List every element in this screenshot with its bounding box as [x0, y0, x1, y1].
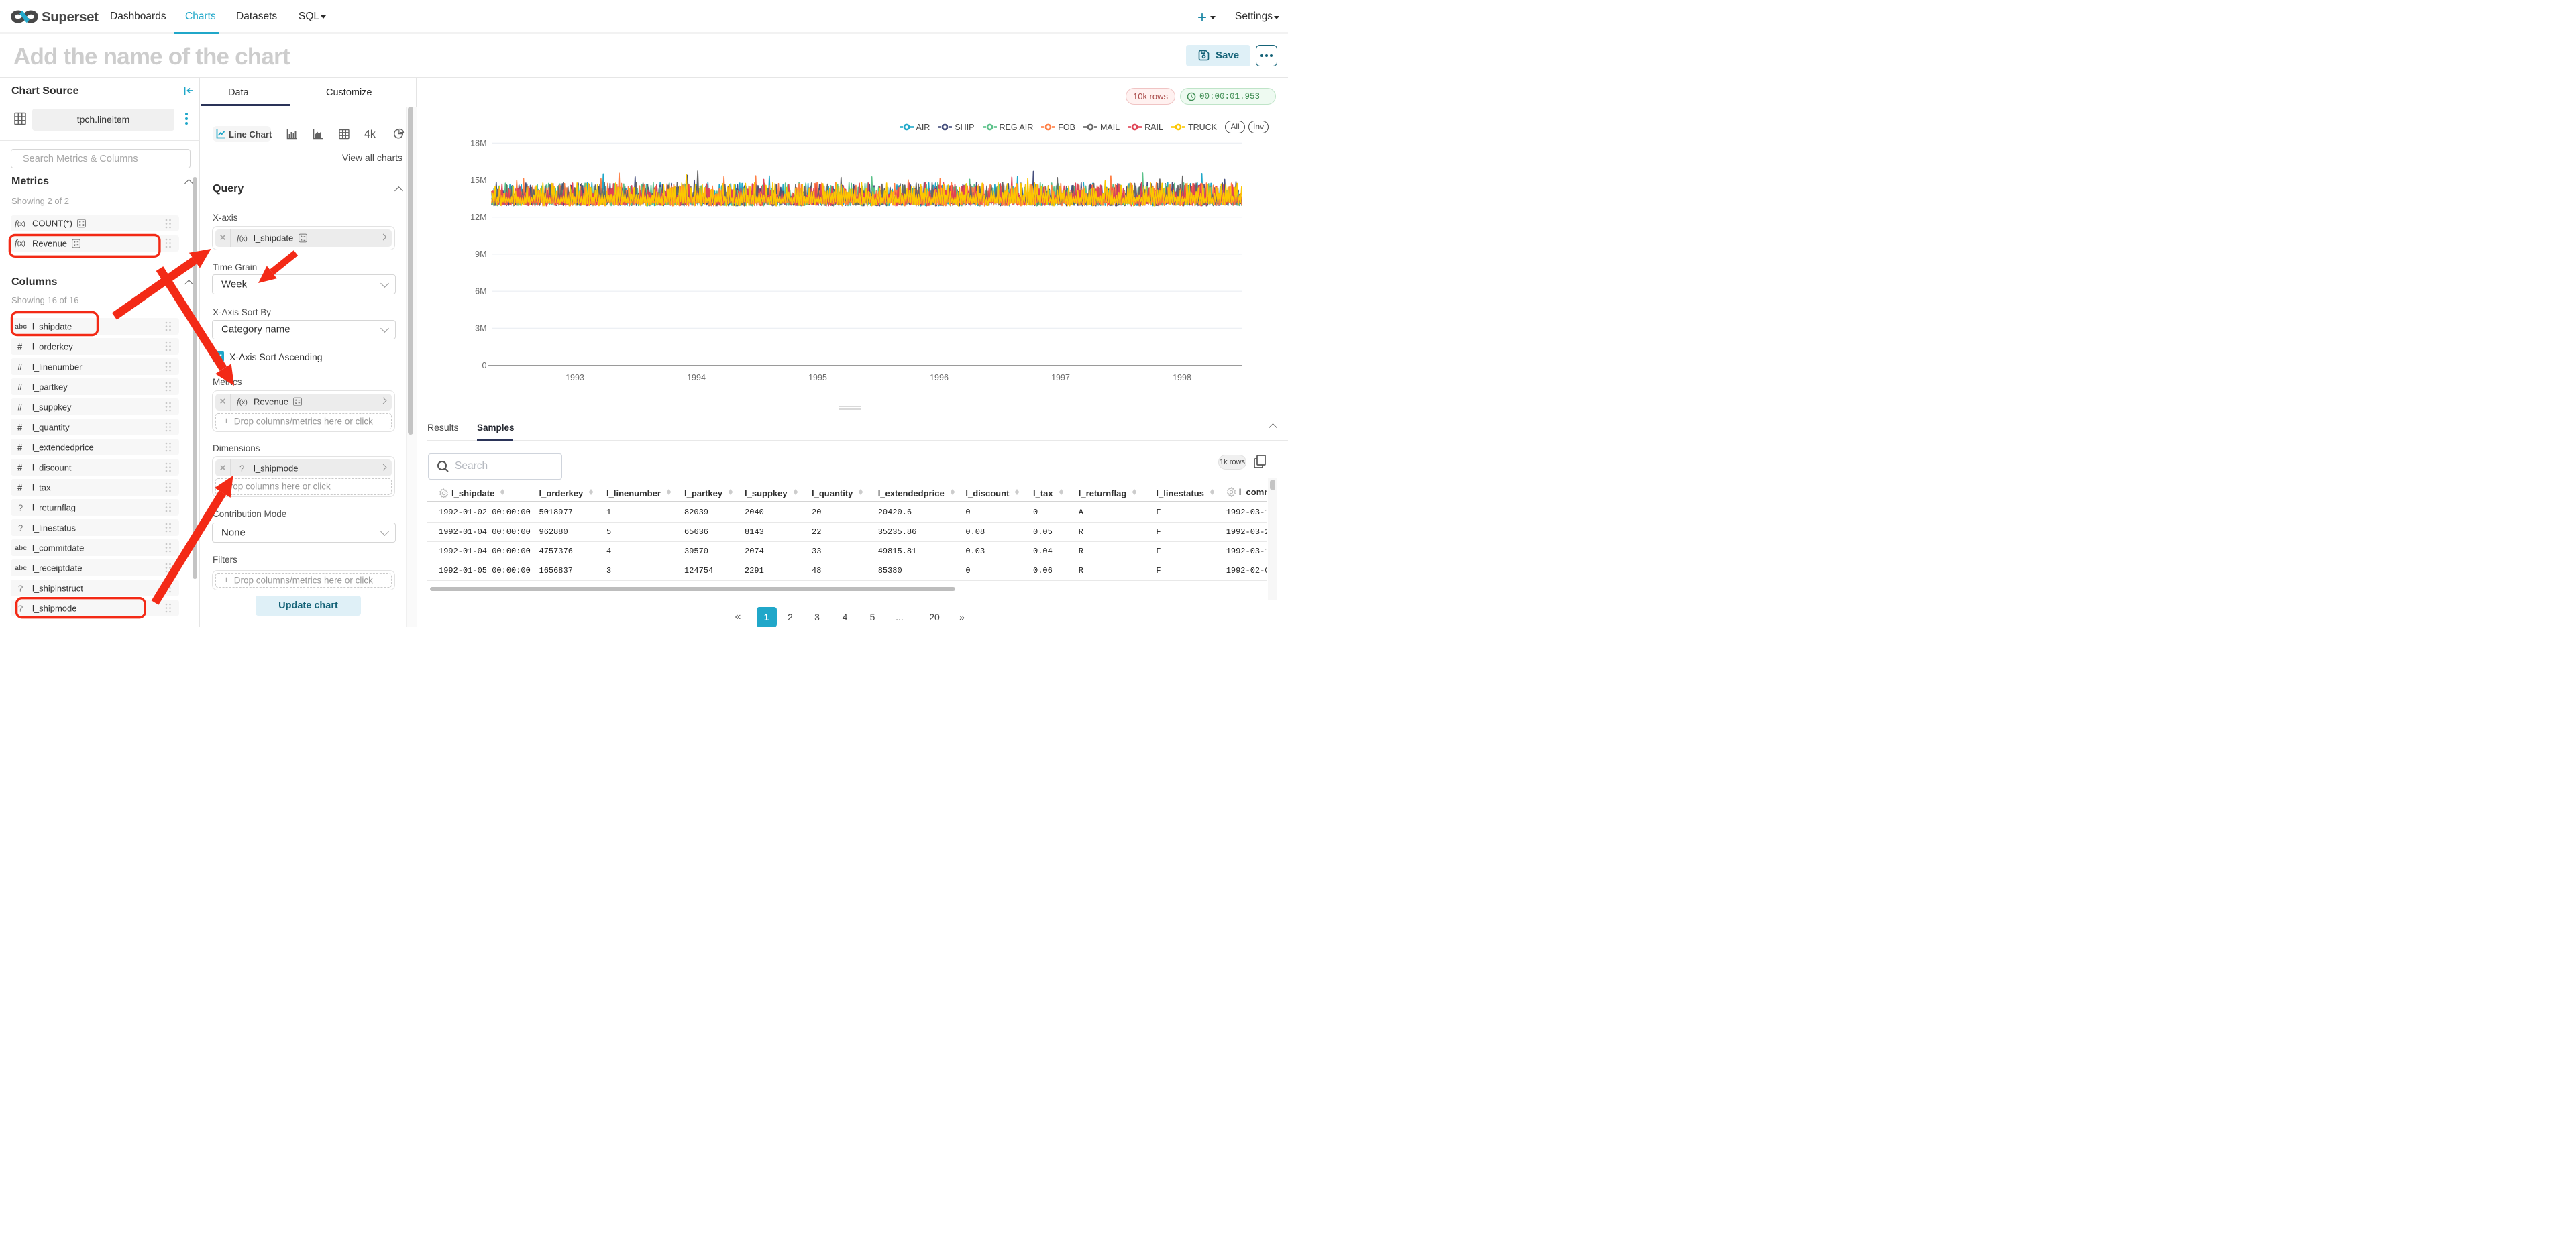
svg-text:6M: 6M	[475, 286, 486, 296]
svg-text:9M: 9M	[475, 250, 486, 259]
svg-text:1997: 1997	[1051, 373, 1070, 382]
svg-text:15M: 15M	[470, 176, 486, 185]
svg-text:1995: 1995	[808, 373, 827, 382]
svg-text:1993: 1993	[566, 373, 584, 382]
svg-text:1998: 1998	[1173, 373, 1191, 382]
svg-text:1996: 1996	[930, 373, 949, 382]
svg-text:3M: 3M	[475, 324, 486, 333]
svg-text:1994: 1994	[687, 373, 706, 382]
svg-text:18M: 18M	[470, 139, 486, 148]
svg-text:0: 0	[482, 361, 487, 370]
svg-text:12M: 12M	[470, 213, 486, 222]
